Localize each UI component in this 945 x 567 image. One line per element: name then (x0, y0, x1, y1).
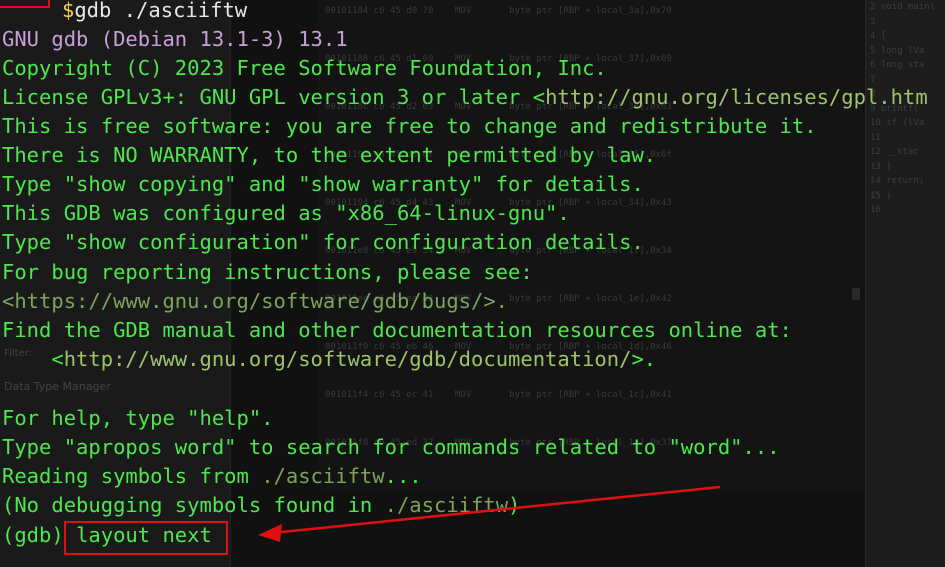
arrow-shaft (271, 485, 721, 535)
annotation-arrow (258, 485, 721, 542)
arrow-head (258, 524, 282, 542)
